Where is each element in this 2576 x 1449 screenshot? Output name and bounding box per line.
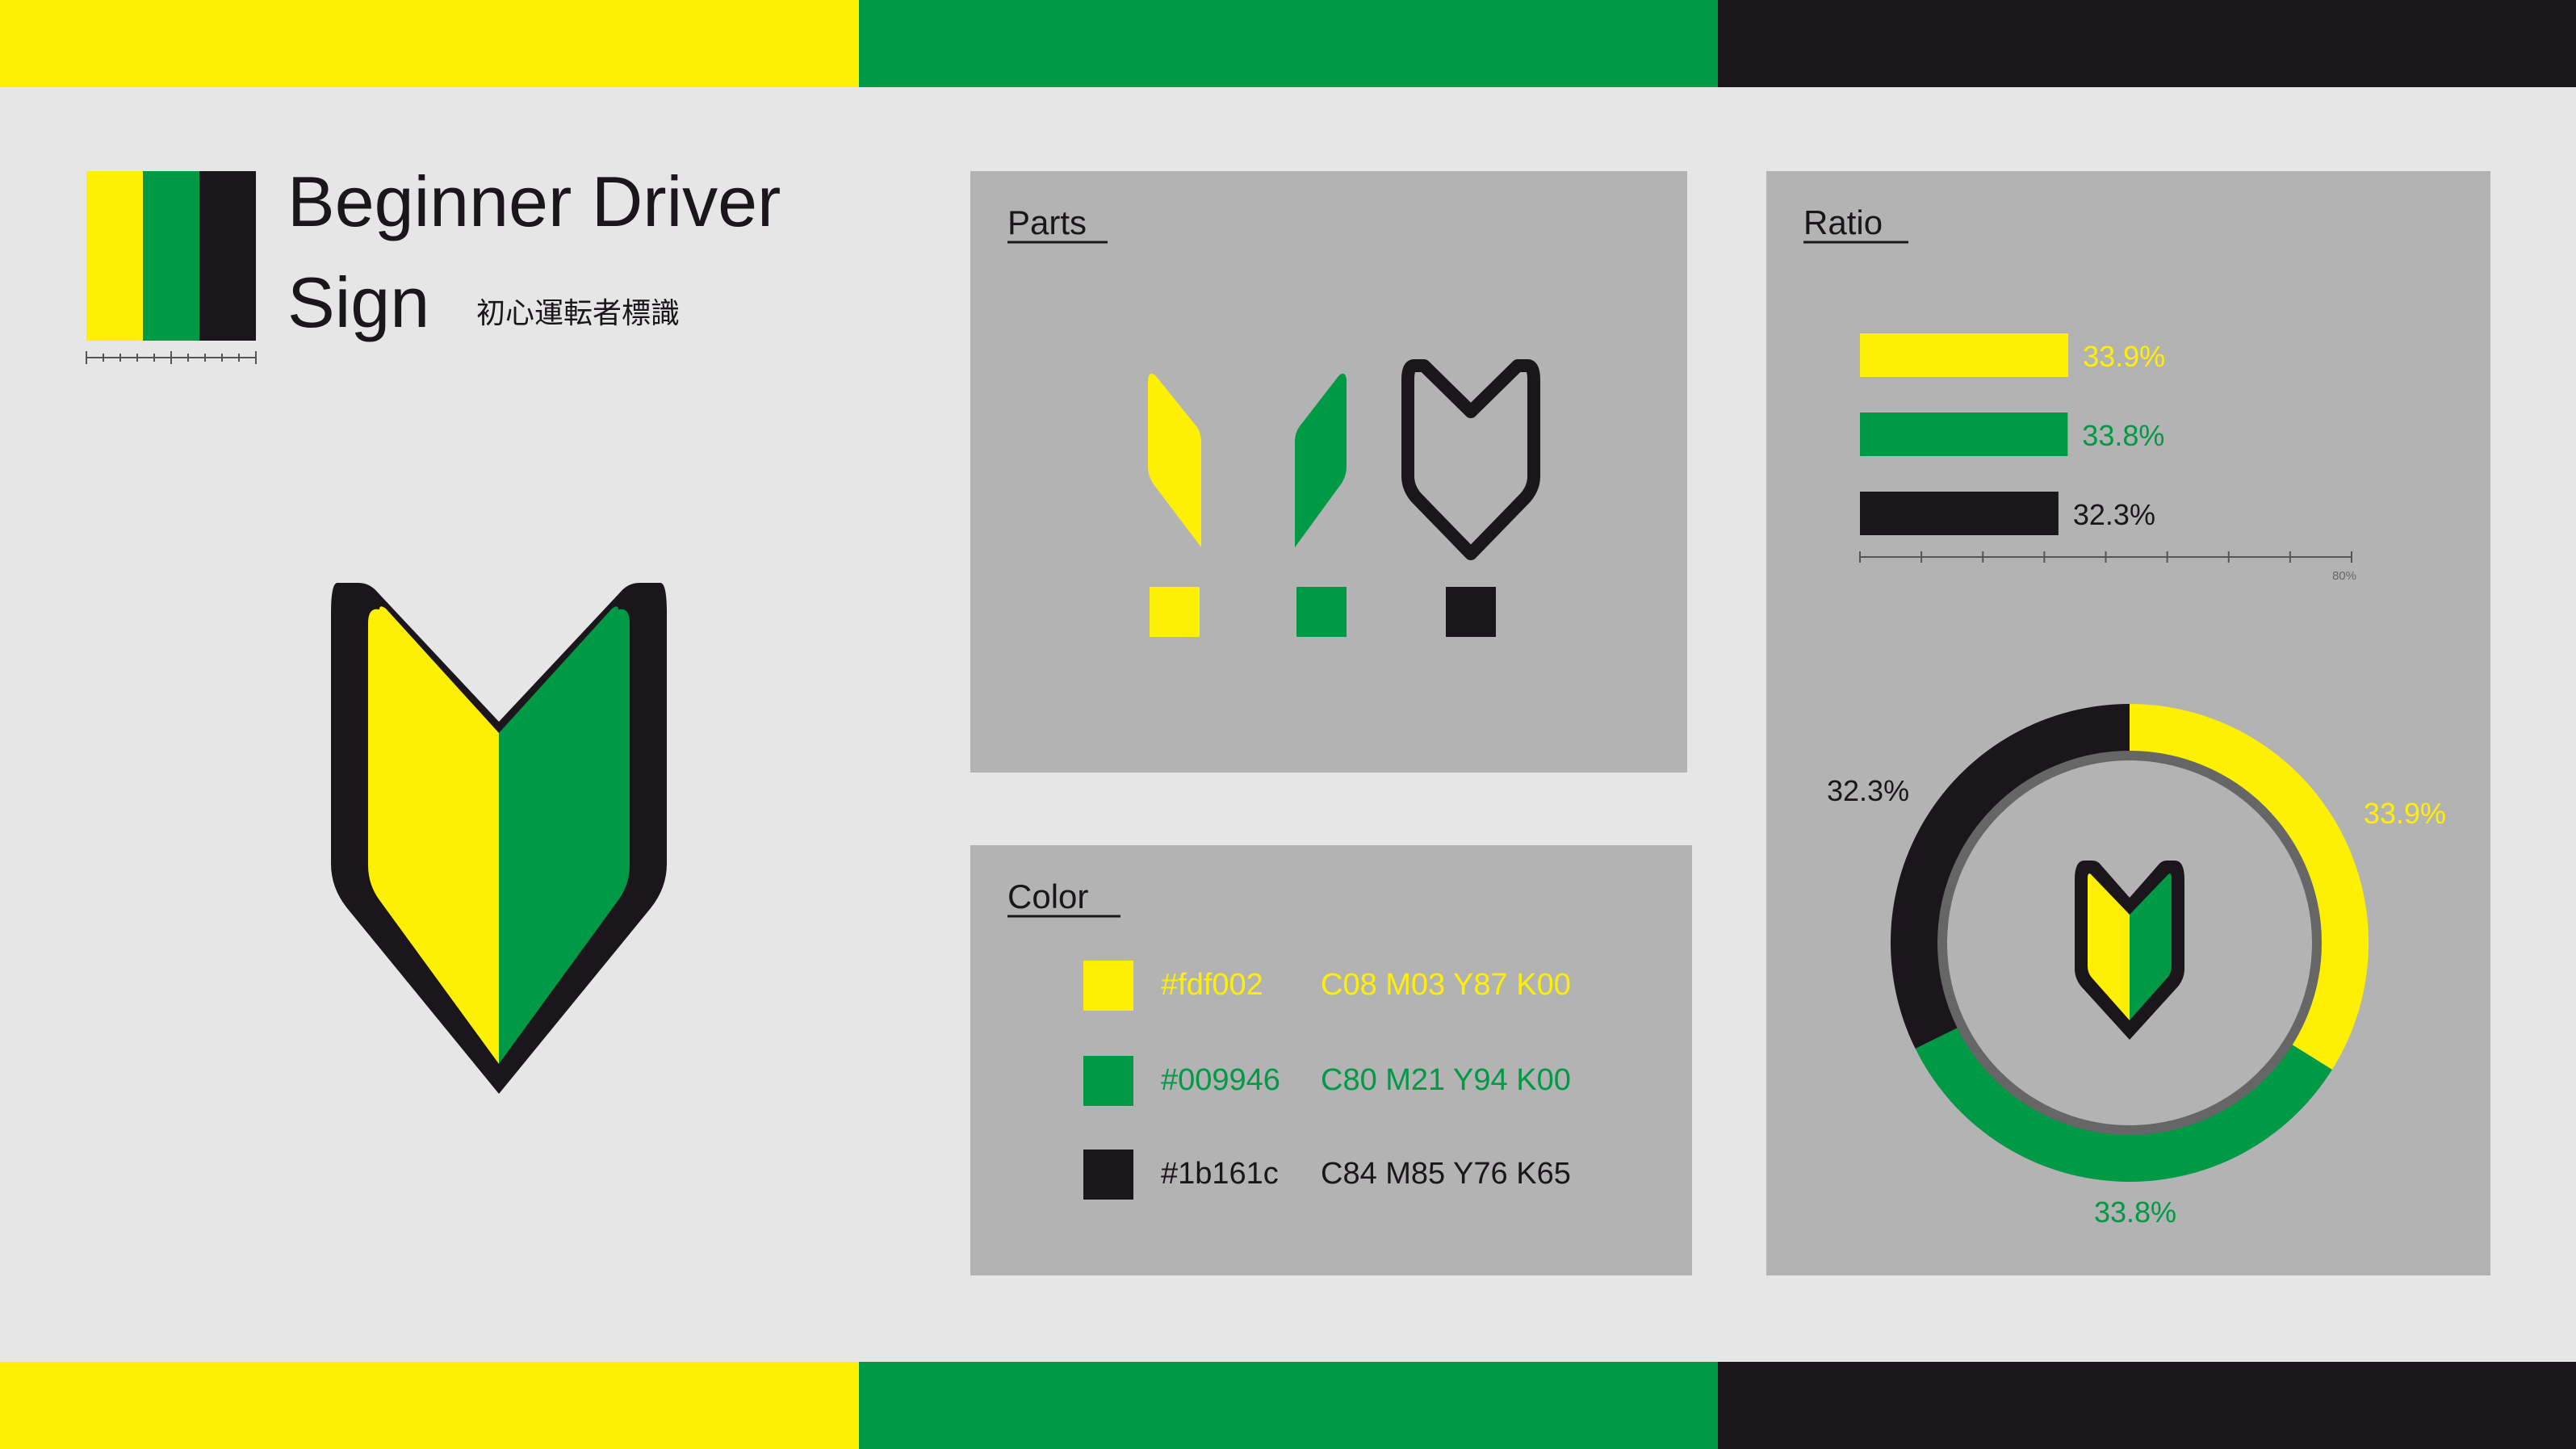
donut-value-label-yellow: 33.9% <box>2364 797 2446 830</box>
color-panel: Color #fdf002 C08 M03 Y87 K00 #009946 C8… <box>970 845 1692 1275</box>
title-japanese: 初心運転者標識 <box>476 297 680 330</box>
bar-yellow <box>1860 333 2069 377</box>
color-hex-yellow: #fdf002 <box>1161 968 1263 1002</box>
title-line-2: Sign <box>287 262 429 342</box>
color-hex-black: #1b161c <box>1161 1157 1279 1191</box>
part-green-swatch <box>1296 587 1347 637</box>
title-line-1: Beginner Driver <box>287 161 781 241</box>
color-cmyk-yellow: C08 M03 Y87 K00 <box>1321 968 1571 1002</box>
ratio-panel: Ratio 33.9% 33.8% 32.3% 80% 33.9% 33.8% 32.3% <box>1766 171 2490 1275</box>
donut-value-label-black: 32.3% <box>1827 774 1909 807</box>
bar-value-label-green: 33.8% <box>2082 419 2164 452</box>
ratio-heading: Ratio <box>1803 203 1883 241</box>
color-swatch-black <box>1083 1150 1133 1200</box>
bar-value-label-black: 32.3% <box>2073 498 2155 531</box>
bar-black <box>1860 492 2059 535</box>
bar-axis-end-label: 80% <box>2332 569 2356 583</box>
beginner-sign-large <box>331 583 667 1094</box>
color-hex-green: #009946 <box>1161 1063 1280 1097</box>
parts-panel: Parts <box>970 171 1687 773</box>
parts-heading: Parts <box>1007 203 1087 241</box>
color-swatch-green <box>1083 1056 1133 1106</box>
part-yellow-swatch <box>1150 587 1200 637</box>
color-cmyk-black: C84 M85 Y76 K65 <box>1321 1157 1571 1191</box>
color-swatch-yellow <box>1083 961 1133 1011</box>
header-swatch-yellow <box>86 171 143 341</box>
header-swatch-logo <box>86 171 257 364</box>
header-swatch-green <box>143 171 199 341</box>
bar-value-label-yellow: 33.9% <box>2083 340 2165 373</box>
donut-value-label-green: 33.8% <box>2094 1196 2176 1229</box>
part-black-swatch <box>1446 587 1496 637</box>
header-ruler <box>86 351 257 364</box>
color-heading: Color <box>1007 877 1088 915</box>
infographic-canvas: Beginner Driver Sign 初心運転者標識 Parts Color… <box>86 161 2490 1275</box>
bar-green <box>1860 413 2068 456</box>
header-swatch-black <box>199 171 256 341</box>
color-cmyk-green: C80 M21 Y94 K00 <box>1321 1063 1571 1097</box>
